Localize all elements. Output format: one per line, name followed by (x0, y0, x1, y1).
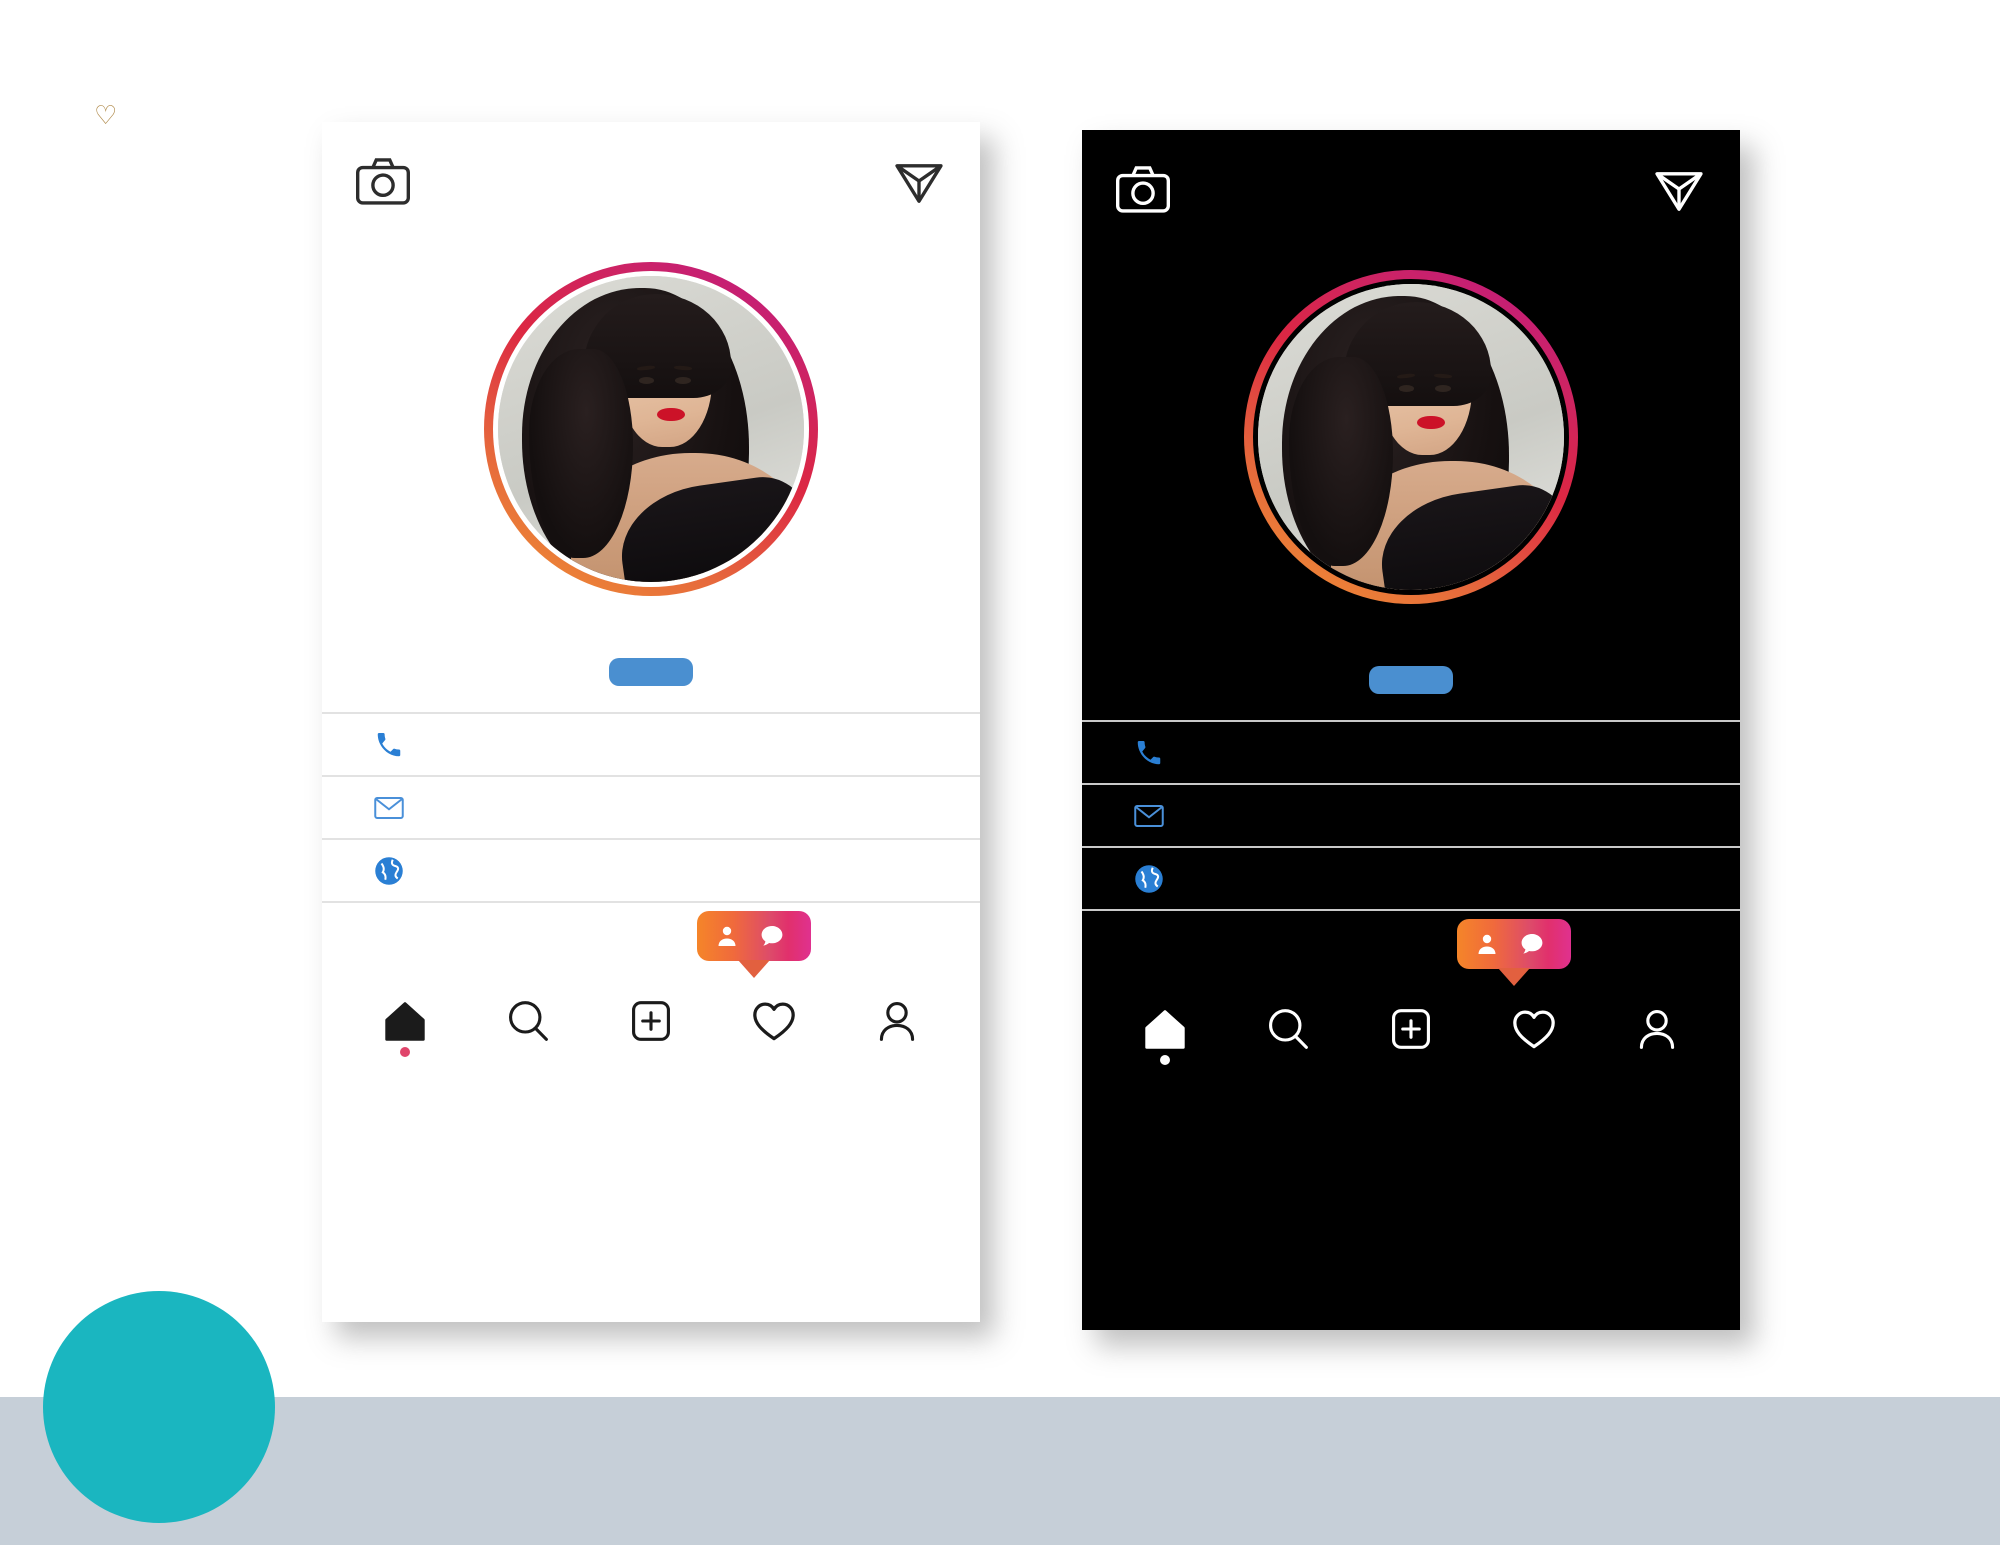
send-icon[interactable] (1652, 165, 1706, 213)
profile-icon[interactable] (867, 991, 927, 1051)
heart-icon[interactable] (744, 991, 804, 1051)
notification-badge-area (322, 901, 980, 978)
home-active-dot (400, 1047, 411, 1057)
phone-icon (1130, 734, 1168, 772)
card-header (322, 122, 980, 240)
heart-icon[interactable] (1504, 999, 1564, 1059)
globe-icon (1130, 860, 1168, 898)
globe-icon (370, 852, 408, 890)
avatar[interactable] (322, 262, 980, 596)
avatar-photo (1258, 284, 1564, 590)
bottom-navigation (322, 973, 980, 1069)
contact-row-website[interactable] (1082, 846, 1740, 909)
watermark-logo: ♡ (8, 6, 308, 156)
profile-card-light[interactable] (322, 122, 980, 1322)
profile-icon[interactable] (1627, 999, 1687, 1059)
home-icon[interactable] (375, 991, 435, 1057)
contact-row-email[interactable] (322, 775, 980, 838)
follower-stat (715, 924, 748, 948)
avatar-inner-gap (1253, 279, 1569, 595)
comment-stat (760, 924, 793, 948)
comment-stat (1520, 932, 1553, 956)
poster-background: ♡ (0, 0, 2000, 1545)
add-post-icon[interactable] (621, 991, 681, 1051)
notification-badge-area (1082, 909, 1740, 986)
camera-icon[interactable] (1116, 165, 1170, 213)
search-icon[interactable] (1258, 999, 1318, 1059)
avatar-photo (498, 276, 804, 582)
add-post-icon[interactable] (1381, 999, 1441, 1059)
bottom-banner (0, 1397, 2000, 1545)
bottom-navigation (1082, 981, 1740, 1077)
contact-row-email[interactable] (1082, 783, 1740, 846)
avatar-gradient-ring (1244, 270, 1578, 604)
avatar-inner-gap (493, 271, 809, 587)
follow-row (1082, 666, 1740, 694)
send-icon[interactable] (892, 157, 946, 205)
avatar[interactable] (1082, 270, 1740, 604)
home-active-dot (1160, 1055, 1171, 1065)
home-icon[interactable] (1135, 999, 1195, 1065)
contact-list (322, 712, 980, 901)
profile-card-dark[interactable] (1082, 130, 1740, 1330)
engagement-badge (1457, 919, 1571, 986)
card-header (1082, 130, 1740, 248)
follow-button[interactable] (1369, 666, 1453, 694)
contact-row-website[interactable] (322, 838, 980, 901)
camera-icon[interactable] (356, 157, 410, 205)
engagement-badge (697, 911, 811, 978)
phone-icon (370, 726, 408, 764)
follow-row (322, 658, 980, 686)
heart-icon: ♡ (94, 100, 118, 130)
envelope-icon (370, 789, 408, 827)
comment-icon (1521, 934, 1543, 954)
follower-stat (1475, 932, 1508, 956)
contact-row-phone[interactable] (322, 712, 980, 775)
avatar-gradient-ring (484, 262, 818, 596)
comment-icon (761, 926, 783, 946)
contact-row-phone[interactable] (1082, 720, 1740, 783)
canva-logo (43, 1291, 275, 1523)
search-icon[interactable] (498, 991, 558, 1051)
envelope-icon (1130, 797, 1168, 835)
person-icon (718, 926, 736, 946)
person-icon (1478, 934, 1496, 954)
follow-button[interactable] (609, 658, 693, 686)
contact-list (1082, 720, 1740, 909)
